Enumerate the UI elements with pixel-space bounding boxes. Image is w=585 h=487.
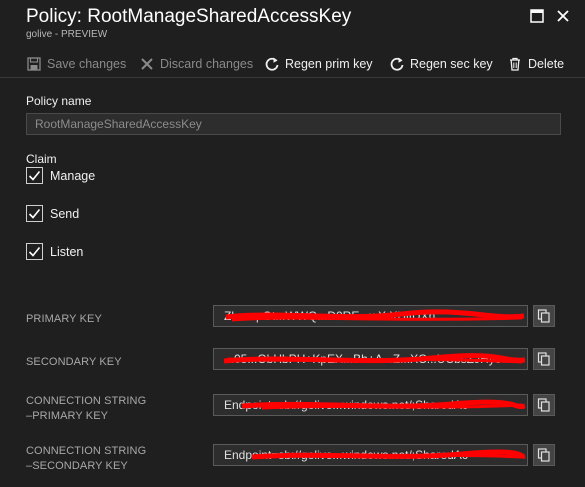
- command-bar: Save changes Discard changes Regen prim …: [0, 50, 585, 78]
- regen-sec-key-button[interactable]: Regen sec key: [389, 55, 493, 73]
- redaction-scribble: [223, 353, 526, 364]
- conn-primary-label: CONNECTION STRING –PRIMARY KEY: [26, 394, 146, 424]
- conn-primary-label-line1: CONNECTION STRING: [26, 395, 147, 407]
- copy-icon: [537, 398, 550, 412]
- send-checkbox[interactable]: Send: [26, 205, 79, 222]
- copy-icon: [537, 352, 550, 366]
- maximize-icon: [530, 9, 544, 23]
- checkmark-icon: [28, 170, 41, 181]
- save-icon: [26, 56, 42, 72]
- policy-blade: Policy: RootManageSharedAccessKey golive…: [0, 0, 585, 487]
- copy-secondary-key-button[interactable]: [533, 348, 555, 370]
- regen-sec-key-label: Regen sec key: [410, 57, 493, 71]
- listen-checkbox[interactable]: Listen: [26, 243, 83, 260]
- regen-prim-key-button[interactable]: Regen prim key: [264, 55, 373, 73]
- redaction-scribble: [241, 399, 526, 410]
- conn-secondary-label-line2: –SECONDARY KEY: [26, 460, 128, 472]
- conn-primary-field[interactable]: Endpoint=sb://golive...windows.net/;Shar…: [213, 394, 528, 416]
- refresh-icon: [389, 56, 405, 72]
- copy-conn-secondary-button[interactable]: [533, 444, 555, 466]
- redaction-scribble: [251, 449, 526, 460]
- discard-x-icon: [139, 56, 155, 72]
- save-changes-label: Save changes: [47, 57, 127, 71]
- claim-label: Claim: [26, 152, 57, 166]
- checkmark-icon: [28, 246, 41, 257]
- copy-icon: [537, 309, 550, 323]
- delete-label: Delete: [528, 57, 565, 71]
- maximize-button[interactable]: [530, 9, 544, 23]
- close-icon: [557, 10, 569, 22]
- copy-primary-key-button[interactable]: [533, 305, 555, 327]
- secondary-key-label: SECONDARY KEY: [26, 356, 122, 368]
- blade-title: Policy: RootManageSharedAccessKey: [26, 6, 352, 27]
- refresh-icon: [264, 56, 280, 72]
- copy-icon: [537, 448, 550, 462]
- regen-prim-key-label: Regen prim key: [285, 57, 373, 71]
- save-changes-button[interactable]: Save changes: [26, 55, 126, 73]
- copy-conn-primary-button[interactable]: [533, 394, 555, 416]
- send-label: Send: [50, 206, 80, 221]
- conn-secondary-field[interactable]: Endpoint=sb://golive...windows.net/;Shar…: [213, 444, 528, 466]
- close-button[interactable]: [556, 9, 570, 23]
- manage-label: Manage: [50, 168, 96, 183]
- primary-key-label: PRIMARY KEY: [26, 313, 102, 325]
- manage-checkbox[interactable]: Manage: [26, 167, 95, 184]
- discard-changes-button[interactable]: Discard changes: [139, 55, 253, 73]
- conn-secondary-label-line1: CONNECTION STRING: [26, 445, 147, 457]
- trash-icon: [507, 56, 523, 72]
- listen-label: Listen: [50, 244, 84, 259]
- checkbox-box[interactable]: [26, 167, 43, 184]
- delete-button[interactable]: Delete: [507, 55, 564, 73]
- secondary-key-field[interactable]: ...05...ObHbPH+KpEX...Bh+A...Z...XC...UC…: [213, 348, 528, 370]
- conn-primary-label-line2: –PRIMARY KEY: [26, 410, 109, 422]
- policy-name-label: Policy name: [26, 94, 92, 108]
- discard-changes-label: Discard changes: [160, 57, 254, 71]
- primary-key-field[interactable]: Zk...wpGt...WWQ...D0RE...wX.XUlIUXn...: [213, 305, 528, 327]
- redaction-scribble: [225, 309, 525, 322]
- checkbox-box[interactable]: [26, 205, 43, 222]
- checkbox-box[interactable]: [26, 243, 43, 260]
- checkmark-icon: [28, 208, 41, 219]
- policy-name-input[interactable]: [26, 113, 561, 135]
- conn-secondary-label: CONNECTION STRING –SECONDARY KEY: [26, 444, 146, 474]
- blade-subtitle: golive - PREVIEW: [26, 29, 108, 40]
